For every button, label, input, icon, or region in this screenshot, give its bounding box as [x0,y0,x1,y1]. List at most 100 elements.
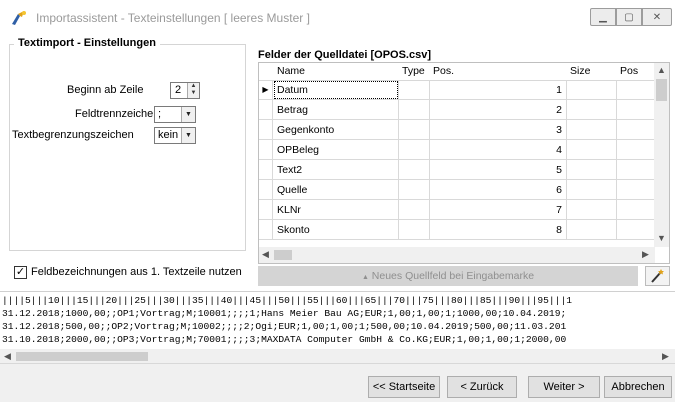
spinner-up-icon[interactable]: ▲ [188,83,199,90]
cell-pos[interactable]: 1 [430,80,567,100]
text-qualifier-label: Textbegrenzungszeichen [12,129,134,141]
cell-size[interactable] [567,160,617,180]
scroll-down-icon[interactable]: ▼ [657,233,666,243]
scroll-left-icon[interactable]: ◀ [262,249,269,260]
column-header-pos2[interactable]: Pos [620,65,638,77]
cell-size[interactable] [567,120,617,140]
cell-name[interactable]: OPBeleg [273,140,399,160]
cell-pos2[interactable] [617,200,655,220]
table-row[interactable]: OPBeleg 4 [259,140,655,160]
scroll-right-icon[interactable]: ▶ [642,249,649,260]
cell-type[interactable] [399,200,430,220]
text-qualifier-value: kein [158,129,179,141]
cell-pos[interactable]: 5 [430,160,567,180]
cell-pos[interactable]: 4 [430,140,567,160]
wizard-footer: << Startseite < Zurück Weiter > Abbreche… [0,363,675,402]
cell-pos[interactable]: 7 [430,200,567,220]
start-row-label: Beginn ab Zeile [67,84,144,96]
cell-name[interactable]: KLNr [273,200,399,220]
table-row[interactable]: Text2 5 [259,160,655,180]
back-button[interactable]: < Zurück [447,376,517,398]
auto-detect-button[interactable] [645,266,670,286]
grid-horizontal-scrollbar[interactable]: ◀ ▶ [259,247,655,263]
scroll-left-icon[interactable]: ◀ [4,351,11,362]
column-header-pos[interactable]: Pos. [433,65,454,77]
preview-line: 31.10.2018;2000,00;;OP3;Vortrag;M;70001;… [2,334,567,345]
cell-pos[interactable]: 2 [430,100,567,120]
scroll-up-icon[interactable]: ▲ [657,65,666,75]
cell-type[interactable] [399,80,430,100]
cell-size[interactable] [567,80,617,100]
header-row-checkbox[interactable]: ✓ [14,266,27,279]
cell-type[interactable] [399,140,430,160]
preview-horizontal-scrollbar[interactable]: ◀ ▶ [0,349,675,364]
table-row[interactable]: Gegenkonto 3 [259,120,655,140]
preview-line: 31.12.2018;1000,00;;OP1;Vortrag;M;10001;… [2,308,567,319]
row-indicator [259,180,273,200]
cell-name[interactable]: Betrag [273,100,399,120]
file-preview[interactable]: ||||5|||10|||15|||20|||25|||30|||35|||40… [0,291,675,364]
cell-size[interactable] [567,100,617,120]
grid-vertical-scroll-thumb[interactable] [656,79,667,101]
cell-name[interactable]: Quelle [273,180,399,200]
cell-name[interactable]: Text2 [273,160,399,180]
cell-pos[interactable]: 3 [430,120,567,140]
cell-name[interactable]: Gegenkonto [273,120,399,140]
source-fields-grid[interactable]: Name Type Pos. Size Pos ▶ Datum 1 Betrag… [258,62,670,264]
cell-size[interactable] [567,220,617,240]
cell-type[interactable] [399,220,430,240]
spinner-arrows[interactable]: ▲ ▼ [187,83,199,98]
cell-pos2[interactable] [617,120,655,140]
cell-pos2[interactable] [617,180,655,200]
cell-pos2[interactable] [617,100,655,120]
cell-pos2[interactable] [617,160,655,180]
table-row[interactable]: Skonto 8 [259,220,655,240]
settings-group-title: Textimport - Einstellungen [14,37,160,49]
cell-name[interactable]: Skonto [273,220,399,240]
spinner-down-icon[interactable]: ▼ [188,90,199,97]
row-indicator [259,140,273,160]
cell-pos2[interactable] [617,80,655,100]
table-row[interactable]: Betrag 2 [259,100,655,120]
cell-type[interactable] [399,100,430,120]
minimize-button[interactable]: ▁ [590,8,616,26]
chevron-down-icon[interactable]: ▼ [181,128,195,143]
table-row[interactable]: Quelle 6 [259,180,655,200]
grid-horizontal-scroll-thumb[interactable] [274,250,292,260]
cell-pos[interactable]: 6 [430,180,567,200]
column-header-name[interactable]: Name [277,65,305,77]
cell-type[interactable] [399,160,430,180]
grid-vertical-scrollbar[interactable]: ▲ ▼ [654,63,669,247]
new-source-field-button[interactable]: ▲ Neues Quellfeld bei Eingabemarke [258,266,638,286]
chevron-down-icon[interactable]: ▼ [181,107,195,122]
cancel-button[interactable]: Abbrechen [604,376,672,398]
column-header-size[interactable]: Size [570,65,590,77]
start-page-button[interactable]: << Startseite [368,376,440,398]
cell-type[interactable] [399,120,430,140]
header-row-checkbox-label[interactable]: Feldbezeichnungen aus 1. Textzeile nutze… [31,266,242,278]
cell-type[interactable] [399,180,430,200]
grid-header: Name Type Pos. Size Pos [259,63,655,81]
row-indicator [259,160,273,180]
start-row-spinner[interactable]: 2 ▲ ▼ [170,82,200,99]
cell-size[interactable] [567,140,617,160]
table-row[interactable]: KLNr 7 [259,200,655,220]
text-qualifier-select[interactable]: kein ▼ [154,127,196,144]
close-icon: ✕ [652,11,662,23]
start-row-value[interactable]: 2 [175,84,181,96]
scroll-right-icon[interactable]: ▶ [662,351,669,362]
delimiter-select[interactable]: ; ▼ [154,106,196,123]
preview-scroll-thumb[interactable] [16,352,148,361]
row-indicator [259,200,273,220]
next-button[interactable]: Weiter > [528,376,600,398]
cell-size[interactable] [567,180,617,200]
cell-pos[interactable]: 8 [430,220,567,240]
cell-pos2[interactable] [617,140,655,160]
cell-size[interactable] [567,200,617,220]
column-header-type[interactable]: Type [402,65,425,77]
cell-pos2[interactable] [617,220,655,240]
table-row[interactable]: ▶ Datum 1 [259,80,655,100]
close-button[interactable]: ✕ [642,8,672,26]
maximize-button[interactable]: ▢ [616,8,642,26]
cell-name[interactable]: Datum [273,80,399,100]
